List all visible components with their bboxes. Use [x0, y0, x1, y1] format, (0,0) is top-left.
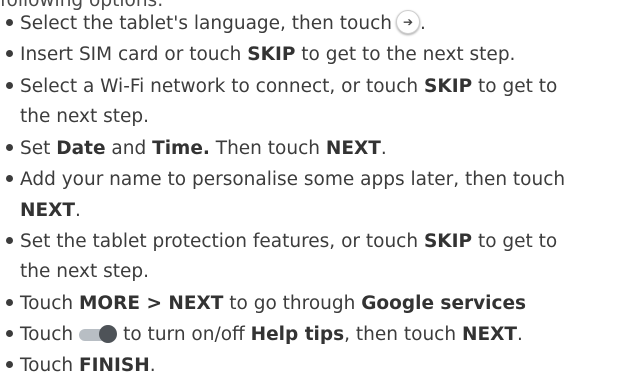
list-item-continuation: the next step. — [20, 106, 150, 127]
bullet — [0, 353, 18, 379]
bullet — [0, 167, 18, 193]
bullet — [0, 322, 18, 348]
step-text: Insert SIM card or touch — [20, 44, 248, 65]
toggle-switch-icon — [79, 324, 119, 343]
list-item-continuation: NEXT. — [20, 200, 81, 221]
bullet — [0, 136, 18, 162]
bullet — [0, 74, 18, 100]
step-keyword: NEXT — [325, 138, 381, 159]
step-keyword: Time. — [152, 138, 210, 159]
step-keyword: NEXT — [20, 200, 76, 221]
bullet — [0, 42, 18, 68]
step-keyword: Date — [56, 138, 106, 159]
step-keyword: MORE > NEXT — [78, 293, 224, 314]
step-text: Set the tablet protection features, or t… — [20, 231, 424, 252]
step-text: Select the tablet's language, then touch — [20, 13, 392, 34]
step-keyword: Help tips — [250, 324, 345, 345]
step-keyword: SKIP — [247, 44, 296, 65]
step-text: Select a Wi-Fi network to connect, or to… — [20, 76, 425, 97]
step-keyword: Google services — [361, 293, 527, 314]
bullet — [0, 291, 18, 317]
step-keyword: NEXT — [461, 324, 517, 345]
arrow-right-circle-icon: ➔ — [395, 10, 420, 34]
bullet — [0, 11, 18, 37]
bullet — [0, 229, 18, 255]
step-keyword: SKIP — [423, 231, 473, 252]
list-item-continuation: the next step. — [20, 261, 150, 282]
step-keyword: FINISH — [78, 355, 150, 376]
step-keyword: SKIP — [424, 76, 473, 97]
step-text: Add your name to personalise some apps l… — [20, 169, 566, 190]
instruction-document: following options: Select the tablet's l… — [0, 0, 632, 380]
